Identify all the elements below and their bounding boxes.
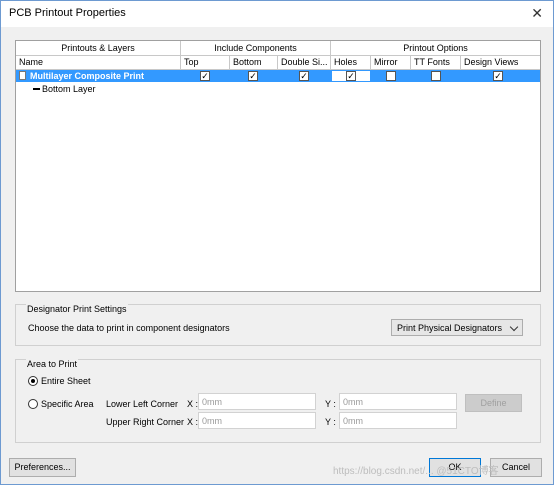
define-button[interactable]: Define (465, 394, 522, 412)
lower-left-x-field[interactable] (198, 393, 316, 410)
dialog-window: PCB Printout Properties ✕ Printouts & La… (0, 0, 554, 485)
checkbox-double-sided[interactable]: ✓ (299, 71, 309, 81)
printout-name: Multilayer Composite Print (30, 71, 145, 81)
upper-right-x-field[interactable] (198, 412, 316, 429)
col-header-bottom[interactable]: Bottom (230, 56, 278, 69)
col-header-holes[interactable]: Holes (331, 56, 371, 69)
designator-dropdown[interactable]: Print Physical Designators (391, 319, 523, 336)
col-header-design-views[interactable]: Design Views (461, 56, 540, 69)
lower-left-x-label: X : (187, 399, 199, 409)
col-header-top[interactable]: Top (181, 56, 230, 69)
designator-prompt: Choose the data to print in component de… (28, 323, 230, 333)
lower-left-y-label: Y : (325, 399, 336, 409)
col-header-mirror[interactable]: Mirror (371, 56, 411, 69)
title-bar: PCB Printout Properties ✕ (1, 1, 553, 27)
checkbox-holes[interactable]: ✓ (346, 71, 356, 81)
designator-settings-legend: Designator Print Settings (26, 304, 128, 314)
checkbox-bottom[interactable]: ✓ (248, 71, 258, 81)
col-header-double-sided[interactable]: Double Si... (278, 56, 331, 69)
group-header-include-components: Include Components (181, 41, 331, 55)
group-header-printout-options: Printout Options (403, 43, 468, 53)
lower-left-corner-label: Lower Left Corner (106, 399, 179, 409)
col-header-tt-fonts[interactable]: TT Fonts (411, 56, 461, 69)
checkbox-design-views[interactable]: ✓ (493, 71, 503, 81)
lower-left-x-input[interactable] (199, 394, 315, 409)
column-header-row: Name Top Bottom Double Si... Holes Mirro… (16, 56, 540, 70)
col-header-name[interactable]: Name (16, 56, 181, 69)
tree-dash-icon (33, 88, 40, 90)
lower-left-y-field[interactable] (339, 393, 457, 410)
checkbox-tt-fonts[interactable] (431, 71, 441, 81)
lower-left-y-input[interactable] (340, 394, 456, 409)
printouts-grid[interactable]: Printouts & Layers Include Components Pr… (15, 40, 541, 292)
watermark-text: https://blog.csdn.net/... @51CTO博客 (333, 466, 499, 477)
upper-right-y-label: Y : (325, 417, 336, 427)
window-title: PCB Printout Properties (9, 7, 126, 19)
specific-area-label[interactable]: Specific Area (41, 399, 94, 409)
layer-row-bottom[interactable]: Bottom Layer (16, 83, 540, 95)
radio-specific-area[interactable] (28, 399, 38, 409)
preferences-button[interactable]: Preferences... (9, 458, 76, 477)
close-icon[interactable]: ✕ (531, 5, 543, 22)
upper-right-y-input[interactable] (340, 413, 456, 428)
checkbox-top[interactable]: ✓ (200, 71, 210, 81)
designator-dropdown-value: Print Physical Designators (397, 323, 503, 333)
upper-right-x-label: X : (187, 417, 199, 427)
group-header-printouts: Printouts & Layers (16, 41, 181, 55)
layer-name: Bottom Layer (42, 84, 96, 94)
upper-right-y-field[interactable] (339, 412, 457, 429)
upper-right-x-input[interactable] (199, 413, 315, 428)
group-header-row: Printouts & Layers Include Components Pr… (16, 41, 540, 56)
printout-row-multilayer[interactable]: Multilayer Composite Print ✓ ✓ ✓ ✓ ✓ (16, 70, 540, 82)
checkbox-mirror[interactable] (386, 71, 396, 81)
upper-right-corner-label: Upper Right Corner (106, 417, 185, 427)
area-to-print-legend: Area to Print (26, 359, 79, 369)
radio-entire-sheet[interactable] (28, 376, 38, 386)
chevron-down-icon (509, 322, 519, 332)
document-icon (19, 71, 26, 80)
entire-sheet-label[interactable]: Entire Sheet (41, 376, 91, 386)
